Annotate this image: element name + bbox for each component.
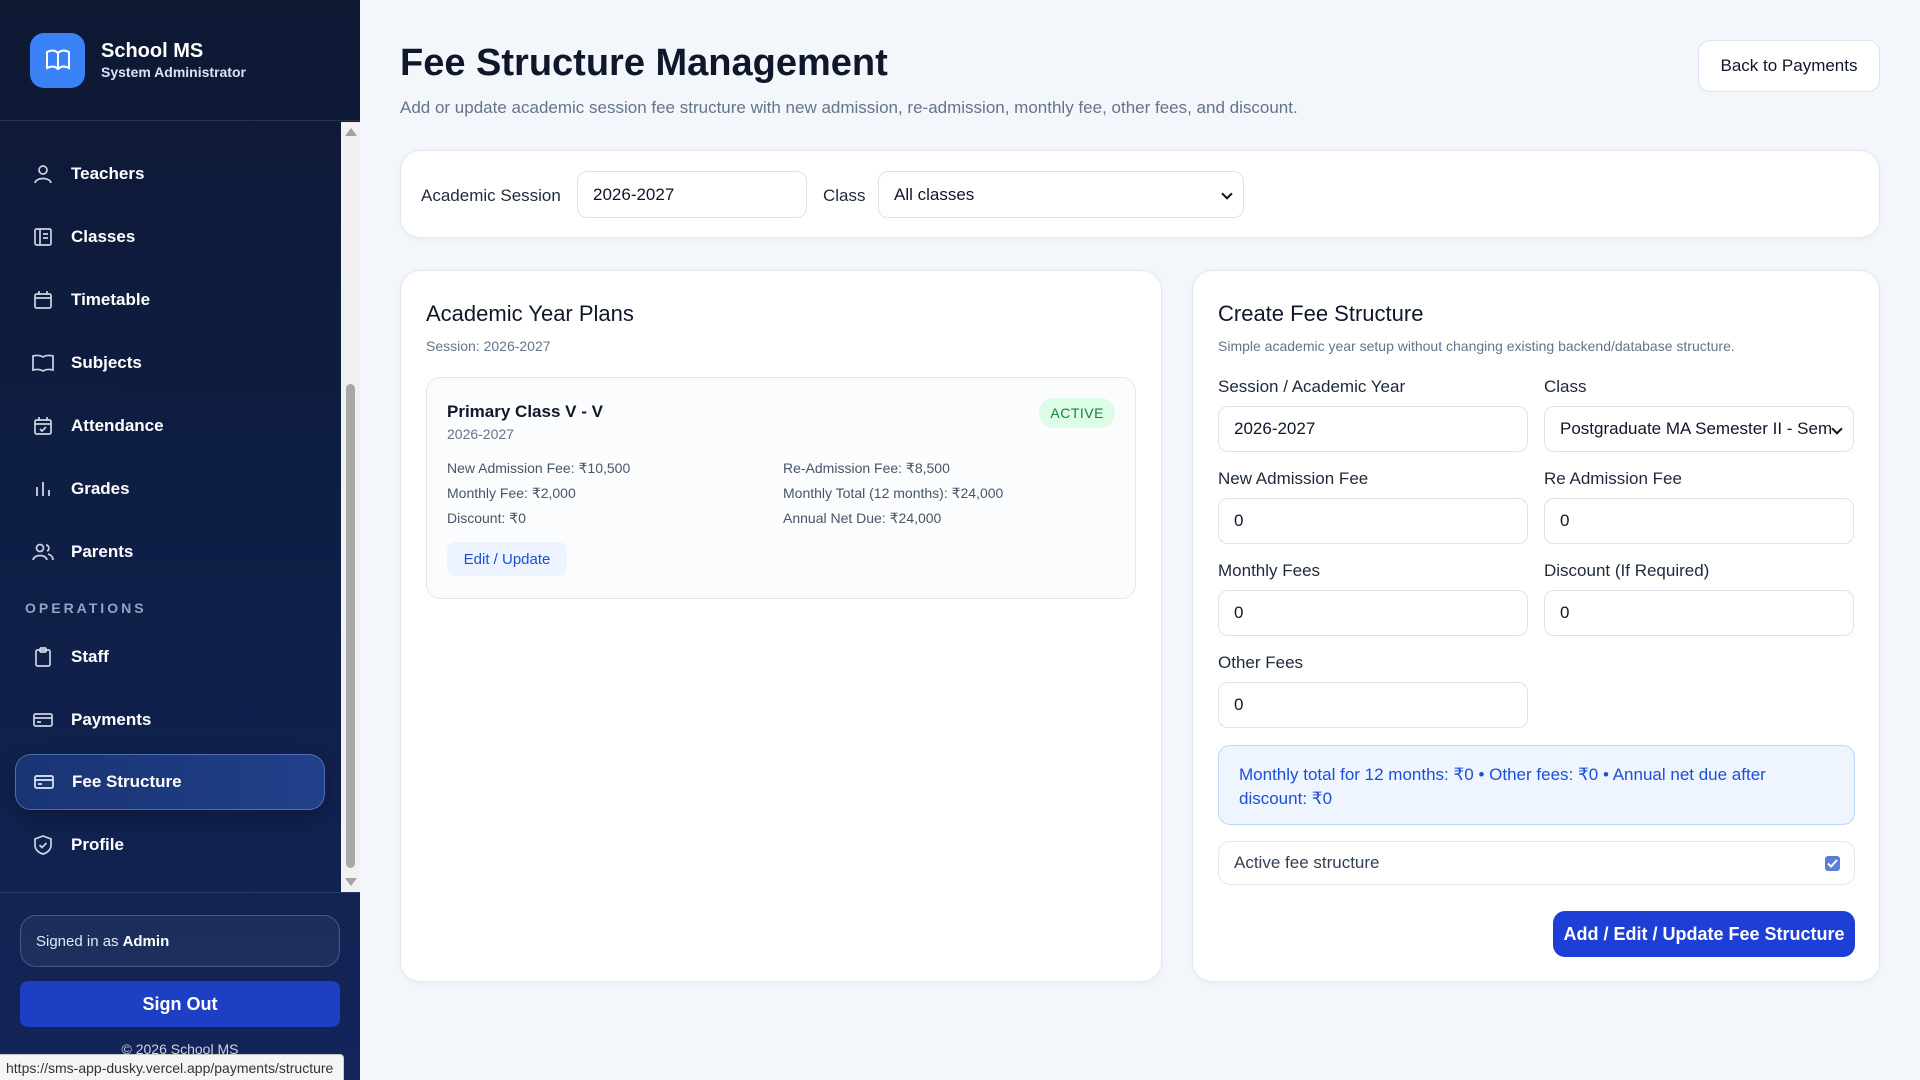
calendar-check-icon bbox=[32, 415, 54, 437]
edit-update-button[interactable]: Edit / Update bbox=[447, 542, 567, 576]
sidebar-item-payments[interactable]: Payments bbox=[15, 692, 325, 748]
user-icon bbox=[32, 163, 54, 185]
filter-bar: Academic Session 2026-2027 Class All cla… bbox=[400, 150, 1880, 238]
submit-fee-structure-button[interactable]: Add / Edit / Update Fee Structure bbox=[1553, 911, 1855, 957]
monthly-fees-label: Monthly Fees bbox=[1218, 561, 1321, 580]
academic-session-label: Academic Session bbox=[421, 186, 561, 205]
plan-discount: Discount: ₹0 bbox=[447, 510, 526, 526]
main-content: Fee Structure Management Add or update a… bbox=[360, 0, 1920, 1080]
sidebar-item-label: Subjects bbox=[71, 353, 142, 372]
signed-in-user: Admin bbox=[122, 932, 170, 950]
session-year-input[interactable]: 2026-2027 bbox=[1218, 406, 1528, 452]
sidebar-item-label: Parents bbox=[71, 542, 134, 561]
book-icon bbox=[32, 352, 54, 374]
sidebar-item-attendance[interactable]: Attendance bbox=[15, 398, 325, 454]
sidebar-item-subjects[interactable]: Subjects bbox=[15, 335, 325, 391]
class-filter-value: All classes bbox=[894, 184, 975, 204]
plans-session: Session: 2026-2027 bbox=[426, 338, 551, 354]
plan-item: Primary Class V - V 2026-2027 ACTIVE New… bbox=[426, 377, 1136, 599]
brand-role: System Administrator bbox=[101, 64, 246, 80]
sidebar-item-teachers[interactable]: Teachers bbox=[15, 146, 325, 202]
sidebar: School MS System Administrator Teachers … bbox=[0, 0, 360, 1080]
plan-monthly-fee: Monthly Fee: ₹2,000 bbox=[447, 485, 576, 501]
status-bar-url: https://sms-app-dusky.vercel.app/payment… bbox=[0, 1054, 345, 1080]
sidebar-item-label: Grades bbox=[71, 479, 130, 498]
plan-name: Primary Class V - V bbox=[447, 402, 603, 421]
sidebar-item-parents[interactable]: Parents bbox=[15, 524, 325, 580]
discount-label: Discount (If Required) bbox=[1544, 561, 1710, 580]
class-label: Class bbox=[1544, 377, 1587, 396]
calendar-icon bbox=[32, 289, 54, 311]
session-year-label: Session / Academic Year bbox=[1218, 377, 1406, 396]
form-subtitle: Simple academic year setup without chang… bbox=[1218, 338, 1735, 354]
plan-year: 2026-2027 bbox=[447, 426, 514, 442]
sidebar-item-label: Attendance bbox=[71, 416, 164, 435]
fee-summary: Monthly total for 12 months: ₹0 • Other … bbox=[1218, 745, 1855, 825]
plan-monthly-total: Monthly Total (12 months): ₹24,000 bbox=[783, 485, 1004, 501]
new-admission-fee-input[interactable]: 0 bbox=[1218, 498, 1528, 544]
class-filter-select[interactable]: All classes bbox=[878, 171, 1244, 218]
active-fee-structure-label: Active fee structure bbox=[1234, 853, 1380, 872]
page-subtitle: Add or update academic session fee struc… bbox=[400, 98, 1298, 117]
sidebar-item-label: Teachers bbox=[71, 164, 145, 183]
chevron-down-icon bbox=[1831, 423, 1843, 435]
sidebar-item-fee-structure[interactable]: Fee Structure bbox=[15, 754, 325, 810]
sidebar-item-label: Payments bbox=[71, 710, 152, 729]
status-badge: ACTIVE bbox=[1039, 398, 1115, 428]
other-fees-input[interactable]: 0 bbox=[1218, 682, 1528, 728]
sidebar-item-profile[interactable]: Profile bbox=[15, 817, 325, 873]
book-logo-icon bbox=[30, 32, 85, 88]
users-icon bbox=[32, 541, 54, 563]
signed-in-prefix: Signed in as bbox=[36, 932, 119, 950]
sidebar-item-classes[interactable]: Classes bbox=[15, 209, 325, 265]
academic-session-input[interactable]: 2026-2027 bbox=[577, 171, 807, 218]
class-select[interactable]: Postgraduate MA Semester II - Sem bbox=[1544, 406, 1854, 452]
clipboard-icon bbox=[32, 646, 54, 668]
academic-year-plans-card: Academic Year Plans Session: 2026-2027 P… bbox=[400, 270, 1162, 982]
sign-out-button[interactable]: Sign Out bbox=[20, 981, 340, 1027]
shield-icon bbox=[32, 834, 54, 856]
classes-icon bbox=[32, 226, 54, 248]
active-fee-structure-toggle[interactable]: Active fee structure bbox=[1218, 841, 1855, 885]
sidebar-item-label: Staff bbox=[71, 647, 109, 666]
active-checkbox[interactable] bbox=[1825, 856, 1840, 871]
discount-input[interactable]: 0 bbox=[1544, 590, 1854, 636]
scroll-up-arrow-icon[interactable] bbox=[345, 128, 357, 136]
other-fees-label: Other Fees bbox=[1218, 653, 1304, 672]
re-admission-fee-label: Re Admission Fee bbox=[1544, 469, 1682, 488]
form-title: Create Fee Structure bbox=[1218, 301, 1424, 326]
card-icon bbox=[32, 709, 54, 731]
brand-name: School MS bbox=[101, 40, 204, 62]
class-filter-label: Class bbox=[823, 186, 866, 205]
plan-re-admission-fee: Re-Admission Fee: ₹8,500 bbox=[783, 460, 950, 476]
nav-section-operations: OPERATIONS bbox=[25, 600, 147, 616]
class-select-value: Postgraduate MA Semester II - Sem bbox=[1560, 419, 1833, 438]
re-admission-fee-input[interactable]: 0 bbox=[1544, 498, 1854, 544]
back-to-payments-button[interactable]: Back to Payments bbox=[1698, 40, 1880, 92]
sidebar-item-staff[interactable]: Staff bbox=[15, 629, 325, 685]
sidebar-item-label: Classes bbox=[71, 227, 136, 246]
sidebar-item-label: Timetable bbox=[71, 290, 151, 309]
plans-title: Academic Year Plans bbox=[426, 301, 634, 326]
monthly-fees-input[interactable]: 0 bbox=[1218, 590, 1528, 636]
scroll-down-arrow-icon[interactable] bbox=[345, 878, 357, 886]
page-title: Fee Structure Management bbox=[400, 42, 888, 84]
create-fee-structure-card: Create Fee Structure Simple academic yea… bbox=[1192, 270, 1880, 982]
new-admission-fee-label: New Admission Fee bbox=[1218, 469, 1369, 488]
sidebar-item-label: Fee Structure bbox=[72, 772, 182, 791]
sidebar-item-timetable[interactable]: Timetable bbox=[15, 272, 325, 328]
sidebar-scrollbar[interactable] bbox=[341, 122, 360, 892]
brand: School MS System Administrator bbox=[0, 0, 360, 121]
plan-new-admission-fee: New Admission Fee: ₹10,500 bbox=[447, 460, 631, 476]
bar-chart-icon bbox=[32, 478, 54, 500]
scrollbar-thumb[interactable] bbox=[346, 384, 355, 868]
signed-in-box: Signed in as Admin bbox=[20, 915, 340, 967]
chevron-down-icon bbox=[1221, 188, 1233, 200]
card-icon bbox=[33, 771, 55, 793]
sidebar-nav: Teachers Classes Timetable Subjects Atte… bbox=[0, 122, 360, 892]
sidebar-item-grades[interactable]: Grades bbox=[15, 461, 325, 517]
sidebar-footer: Signed in as Admin Sign Out © 2026 Schoo… bbox=[0, 892, 360, 1080]
sidebar-item-label: Profile bbox=[71, 835, 124, 854]
plan-annual-net-due: Annual Net Due: ₹24,000 bbox=[783, 510, 942, 526]
